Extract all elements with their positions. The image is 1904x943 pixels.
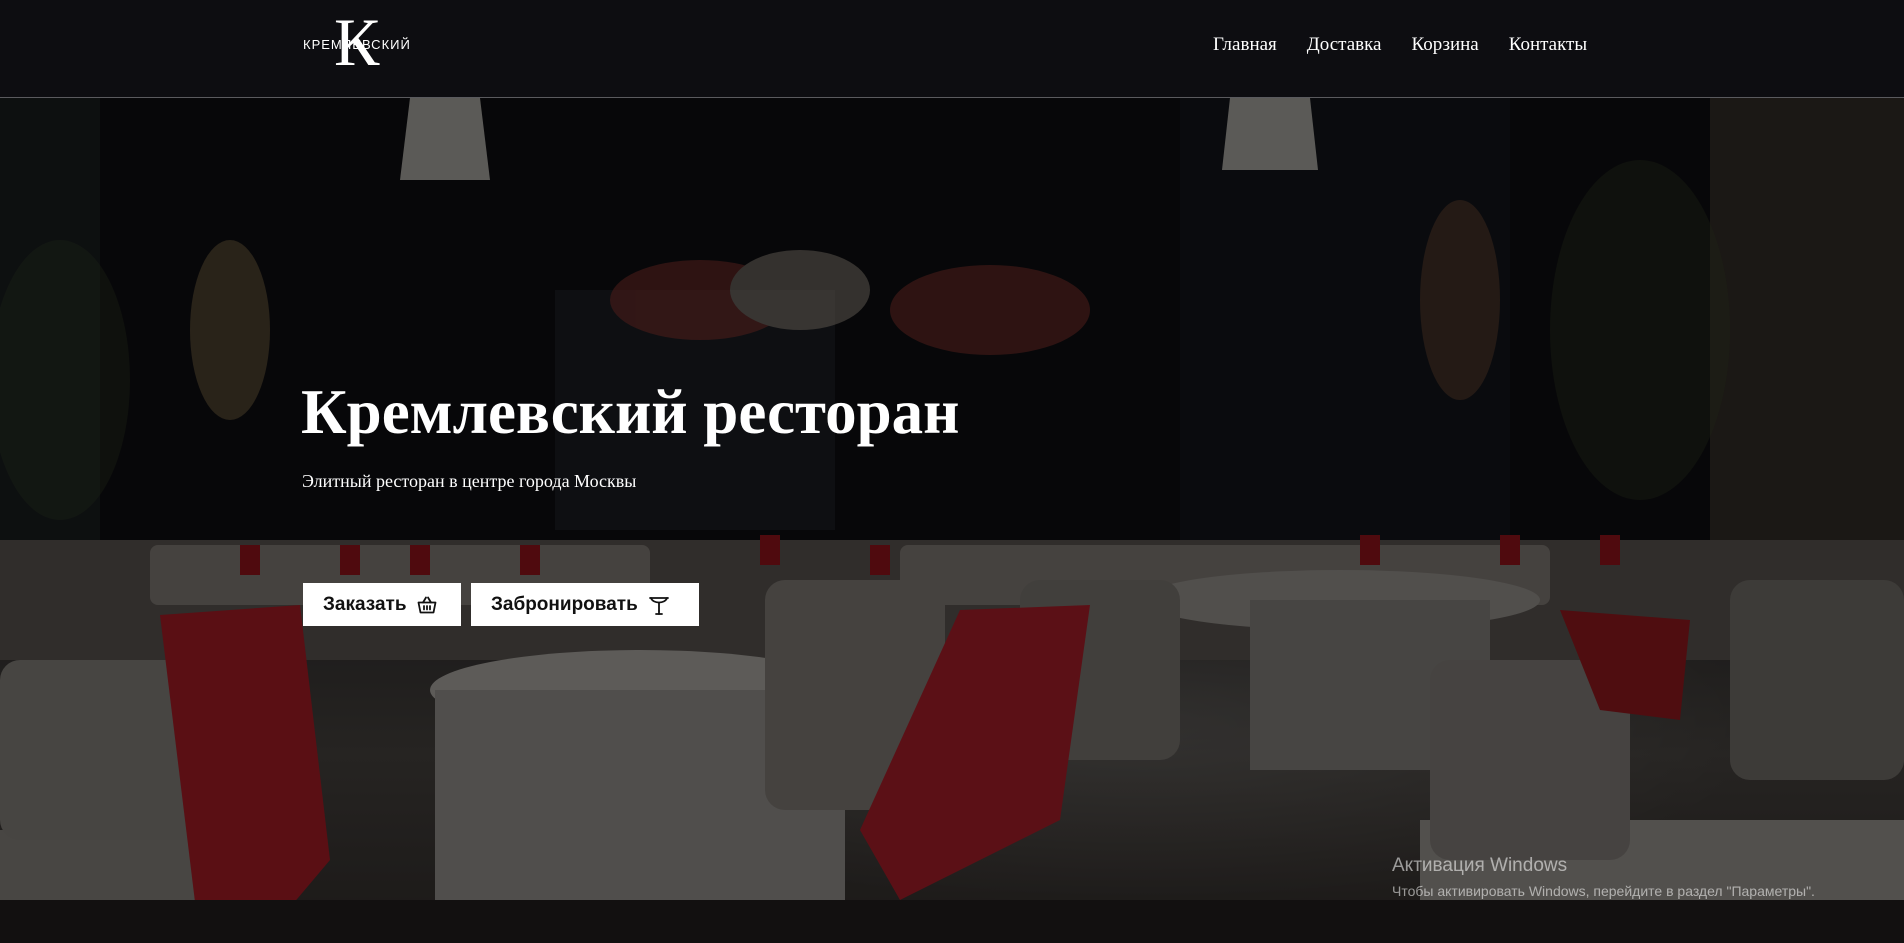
cloche-icon xyxy=(648,594,670,616)
order-button-label: Заказать xyxy=(323,593,407,615)
page: К КРЕМЛЕВСКИЙ Главная Доставка Корзина К… xyxy=(0,0,1904,943)
basket-icon xyxy=(417,596,437,614)
book-table-button[interactable]: Забронировать xyxy=(471,583,699,626)
hero-actions: Заказать Забронировать xyxy=(303,583,699,626)
main-nav: Главная Доставка Корзина Контакты xyxy=(1213,34,1587,56)
order-button[interactable]: Заказать xyxy=(303,583,461,626)
hero-title: Кремлевский ресторан xyxy=(301,377,960,447)
hero-dark-overlay xyxy=(0,0,1904,943)
book-button-label: Забронировать xyxy=(491,593,638,615)
hero-subtitle: Элитный ресторан в центре города Москвы xyxy=(302,471,637,491)
nav-link-contacts[interactable]: Контакты xyxy=(1509,34,1587,56)
nav-link-cart[interactable]: Корзина xyxy=(1411,34,1478,56)
logo-wordmark: КРЕМЛЕВСКИЙ xyxy=(303,37,411,52)
restaurant-logo[interactable]: К КРЕМЛЕВСКИЙ xyxy=(303,8,425,76)
site-header: К КРЕМЛЕВСКИЙ Главная Доставка Корзина К… xyxy=(0,0,1904,98)
nav-link-delivery[interactable]: Доставка xyxy=(1307,34,1382,56)
nav-link-home[interactable]: Главная xyxy=(1213,34,1277,56)
